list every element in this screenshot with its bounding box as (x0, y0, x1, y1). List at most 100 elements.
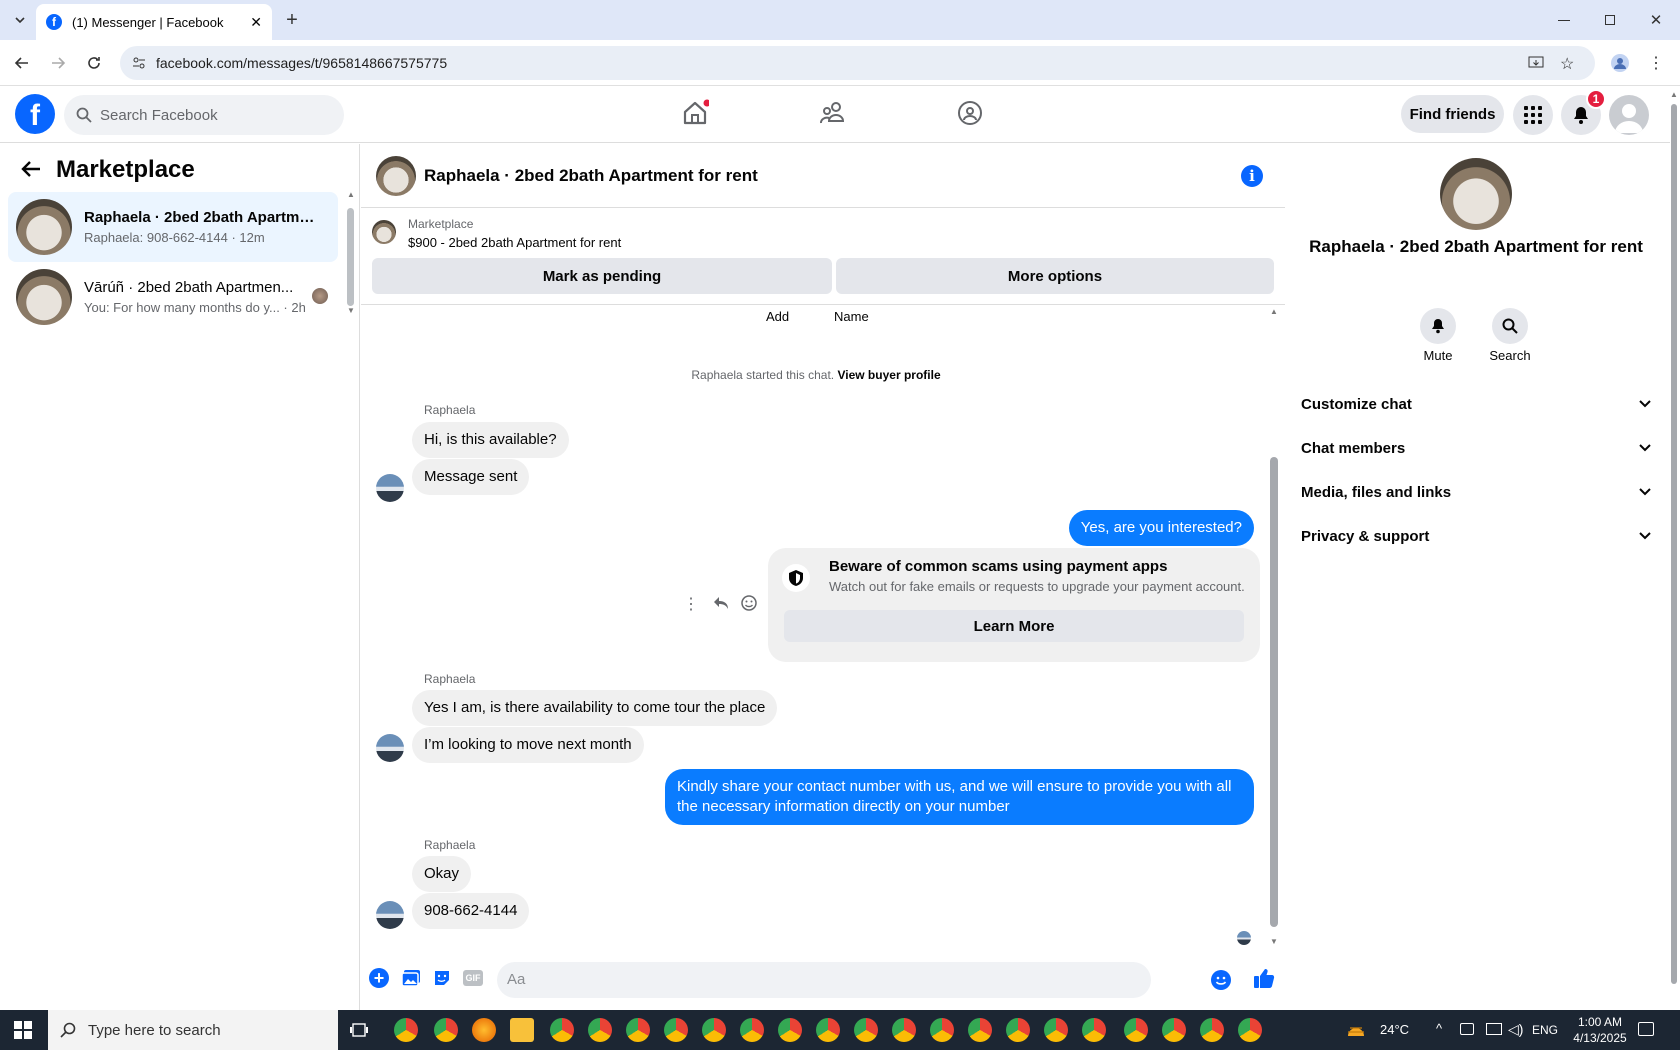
my-message-bubble[interactable]: Yes, are you interested? (1068, 510, 1254, 546)
friends-icon[interactable] (819, 99, 847, 127)
chrome-app-icon[interactable] (1200, 1018, 1224, 1042)
tab-list-icon[interactable] (4, 4, 36, 36)
sticker-icon[interactable] (433, 969, 451, 987)
firefox-app-icon[interactable] (472, 1018, 496, 1042)
back-arrow-icon[interactable] (20, 158, 42, 180)
learn-more-button[interactable]: Learn More (784, 610, 1244, 642)
chrome-app-icon[interactable] (892, 1018, 916, 1042)
emoji-icon[interactable] (1211, 970, 1231, 990)
search-in-chat-icon[interactable] (1492, 308, 1528, 344)
bookmark-star-icon[interactable]: ☆ (1560, 54, 1574, 74)
chrome-app-icon[interactable] (1238, 1018, 1262, 1042)
chrome-app-icon[interactable] (1006, 1018, 1030, 1042)
reload-icon[interactable] (78, 47, 110, 79)
page-scrollbar[interactable]: ▲ (1670, 90, 1678, 990)
restore-icon[interactable] (1594, 4, 1626, 36)
chat-scrollbar[interactable]: ▲ ▼ (1270, 307, 1278, 946)
add-label[interactable]: Add (766, 309, 789, 324)
windows-start-icon[interactable] (14, 1021, 32, 1039)
close-tab-icon[interactable]: ✕ (250, 14, 262, 31)
message-bubble[interactable]: 908-662-4144 (412, 893, 530, 929)
install-app-icon[interactable] (1528, 55, 1544, 71)
message-bubble[interactable]: Yes I am, is there availability to come … (412, 690, 778, 726)
list-scrollbar[interactable]: ▲ ▼ (347, 190, 355, 460)
message-bubble[interactable]: Hi, is this available? (412, 422, 569, 458)
sender-avatar[interactable] (376, 474, 404, 502)
browser-tab[interactable]: f (1) Messenger | Facebook ✕ (36, 4, 272, 40)
message-bubble[interactable]: Message sent (412, 459, 530, 495)
reply-icon[interactable] (713, 596, 729, 610)
find-friends-button[interactable]: Find friends (1401, 95, 1504, 133)
message-bubble[interactable]: I’m looking to move next month (412, 727, 644, 763)
customize-chat-section[interactable]: Customize chat (1301, 384, 1651, 424)
search-label[interactable]: Search (1480, 348, 1540, 363)
chrome-app-icon[interactable] (778, 1018, 802, 1042)
info-icon[interactable]: i (1241, 165, 1263, 187)
task-view-icon[interactable] (350, 1021, 368, 1039)
forward-icon[interactable] (42, 47, 74, 79)
profile-icon[interactable] (1604, 47, 1636, 79)
back-icon[interactable] (6, 47, 38, 79)
taskbar-search-input[interactable]: Type here to search (48, 1010, 338, 1050)
chat-avatar[interactable] (376, 156, 416, 196)
mark-as-pending-button[interactable]: Mark as pending (372, 258, 832, 294)
media-files-links-section[interactable]: Media, files and links (1301, 472, 1651, 512)
sender-avatar[interactable] (376, 901, 404, 929)
chrome-app-icon[interactable] (626, 1018, 650, 1042)
chrome-app-icon[interactable] (740, 1018, 764, 1042)
conversation-item[interactable]: Vārúñ · 2bed 2bath Apartmen... You: For … (8, 262, 338, 332)
network-icon[interactable] (1486, 1023, 1502, 1035)
sender-avatar[interactable] (376, 734, 404, 762)
chrome-app-icon[interactable] (550, 1018, 574, 1042)
weather-icon[interactable] (1346, 1020, 1366, 1040)
name-label[interactable]: Name (834, 309, 869, 324)
account-avatar-icon[interactable] (1609, 95, 1649, 135)
camera-icon[interactable] (1460, 1023, 1474, 1035)
browser-menu-icon[interactable]: ⋮ (1640, 47, 1672, 79)
facebook-logo-icon[interactable]: f (15, 94, 55, 134)
chat-title[interactable]: Raphaela · 2bed 2bath Apartment for rent (424, 166, 758, 186)
clock[interactable]: 1:00 AM 4/13/2025 (1572, 1014, 1628, 1046)
tray-chevron-icon[interactable]: ^ (1436, 1021, 1442, 1036)
chrome-app-icon[interactable] (930, 1018, 954, 1042)
site-info-icon[interactable] (132, 56, 146, 70)
groups-icon[interactable] (956, 99, 984, 127)
listing-price[interactable]: $900 - 2bed 2bath Apartment for rent (408, 235, 621, 250)
privacy-support-section[interactable]: Privacy & support (1301, 516, 1651, 556)
search-facebook-input[interactable]: Search Facebook (64, 95, 344, 135)
my-message-bubble[interactable]: Kindly share your contact number with us… (665, 769, 1254, 825)
chrome-app-icon[interactable] (854, 1018, 878, 1042)
language-indicator[interactable]: ENG (1532, 1023, 1558, 1037)
chrome-app-icon[interactable] (816, 1018, 840, 1042)
message-input[interactable]: Aa (497, 962, 1151, 998)
photo-icon[interactable] (401, 969, 421, 987)
menu-grid-icon[interactable] (1513, 95, 1553, 135)
file-explorer-icon[interactable] (510, 1018, 534, 1042)
more-actions-icon[interactable]: ⋮ (683, 594, 699, 614)
chrome-app-icon[interactable] (588, 1018, 612, 1042)
view-buyer-profile-link[interactable]: View buyer profile (837, 368, 940, 382)
chrome-app-icon[interactable] (702, 1018, 726, 1042)
chrome-app-icon[interactable] (1124, 1018, 1148, 1042)
volume-icon[interactable]: ◁) (1508, 1021, 1523, 1038)
minimize-icon[interactable] (1548, 4, 1580, 36)
chrome-app-icon[interactable] (968, 1018, 992, 1042)
chrome-app-icon[interactable] (664, 1018, 688, 1042)
chrome-app-icon[interactable] (1162, 1018, 1186, 1042)
chat-members-section[interactable]: Chat members (1301, 428, 1651, 468)
profile-avatar[interactable] (1440, 158, 1512, 230)
conversation-item[interactable]: Raphaela · 2bed 2bath Apartme... Raphael… (8, 192, 338, 262)
close-window-icon[interactable]: ✕ (1640, 4, 1672, 36)
chrome-app-icon[interactable] (1082, 1018, 1106, 1042)
more-actions-plus-icon[interactable]: + (369, 968, 389, 988)
home-icon[interactable] (681, 99, 709, 127)
chrome-app-icon[interactable] (394, 1018, 418, 1042)
gif-icon[interactable]: GIF (463, 970, 483, 986)
more-options-button[interactable]: More options (836, 258, 1274, 294)
mute-bell-icon[interactable] (1420, 308, 1456, 344)
message-bubble[interactable]: Okay (412, 856, 472, 892)
mute-label[interactable]: Mute (1408, 348, 1468, 363)
notification-center-icon[interactable] (1638, 1022, 1654, 1036)
react-icon[interactable] (741, 595, 757, 611)
address-bar[interactable]: facebook.com/messages/t/9658148667575775… (120, 46, 1595, 80)
